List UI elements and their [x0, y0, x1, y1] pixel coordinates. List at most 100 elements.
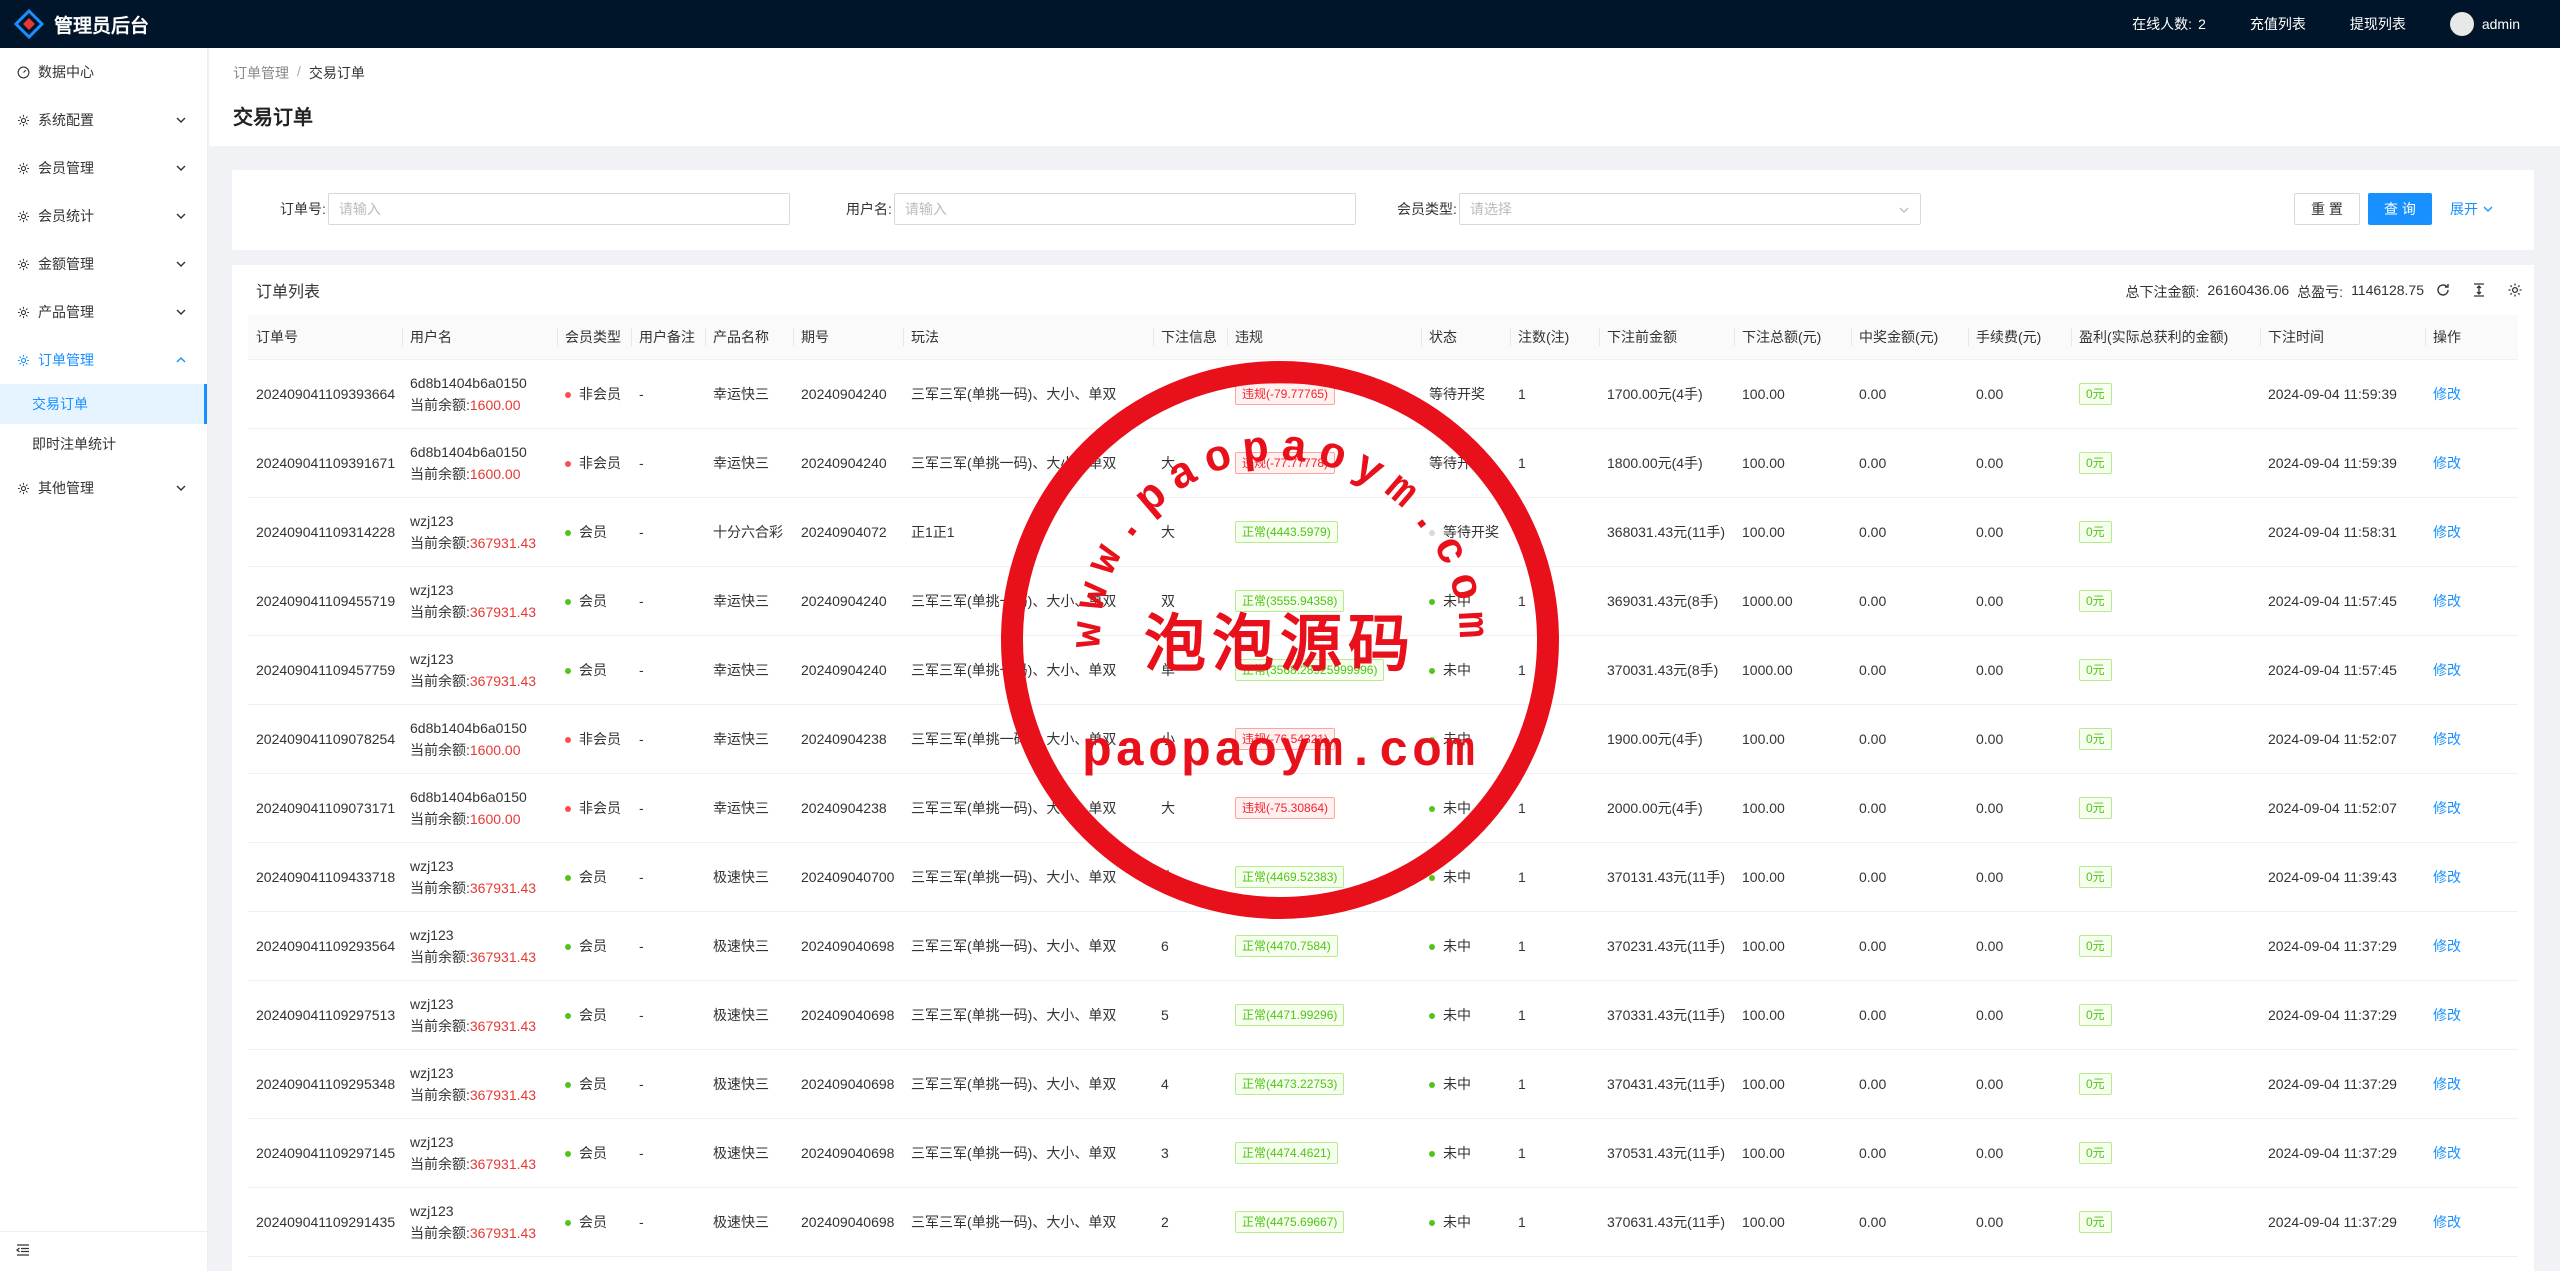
profit-tag: 0元: [2079, 451, 2112, 474]
submenu-item-0[interactable]: 交易订单: [0, 384, 207, 424]
collapse-sidebar-button[interactable]: [0, 1231, 208, 1271]
submenu-item-1[interactable]: 即时注单统计: [0, 424, 207, 464]
member-type-select[interactable]: 请选择: [1458, 193, 1921, 225]
gear-icon: [16, 209, 30, 223]
edit-link[interactable]: 修改: [2433, 662, 2461, 678]
username-input[interactable]: 请输入: [893, 193, 1356, 225]
column-header: 手续费(元): [1968, 315, 2071, 360]
chevron-up-icon: [175, 353, 189, 367]
balance-before: 370031.43元(8手): [1607, 661, 1719, 678]
reset-button[interactable]: 重 置: [2294, 193, 2360, 225]
edit-link[interactable]: 修改: [2433, 455, 2461, 471]
product-name: 十分六合彩: [713, 523, 783, 540]
breadcrumb-parent[interactable]: 订单管理: [233, 63, 289, 83]
bet-count: 1: [1518, 730, 1526, 747]
edit-link[interactable]: 修改: [2433, 1214, 2461, 1230]
bet-count: 1: [1518, 799, 1526, 816]
period-no: 20240904238: [801, 730, 887, 747]
user-name: wzj123: [410, 512, 454, 529]
column-header: 用户名: [402, 315, 557, 360]
fee-amount: 0.00: [1976, 385, 2004, 402]
violation-tag: 违规(-75.30864): [1235, 796, 1336, 819]
bet-time: 2024-09-04 11:57:45: [2268, 592, 2397, 609]
status-dot: [1429, 874, 1435, 881]
query-button[interactable]: 查 询: [2368, 193, 2432, 225]
edit-link[interactable]: 修改: [2433, 524, 2461, 540]
edit-link[interactable]: 修改: [2433, 869, 2461, 885]
logo-icon: [13, 8, 45, 40]
column-height-icon[interactable]: [2470, 281, 2488, 299]
member-type: 会员: [579, 937, 607, 954]
edit-link[interactable]: 修改: [2433, 386, 2461, 402]
edit-link[interactable]: 修改: [2433, 938, 2461, 954]
balance-value: 367931.43: [469, 534, 537, 551]
bet-time: 2024-09-04 11:52:07: [2268, 799, 2397, 816]
username-label: 用户名:: [846, 201, 892, 217]
gear-icon: [16, 113, 30, 127]
play-type: 三军三军(单挑一码)、大小、单双: [911, 454, 1117, 471]
member-type: 非会员: [579, 730, 621, 747]
sidebar-item-2[interactable]: 会员管理: [0, 144, 207, 192]
violation-tag: 正常(4471.99296): [1235, 1003, 1345, 1026]
edit-link[interactable]: 修改: [2433, 1076, 2461, 1092]
user-remark: -: [639, 1006, 644, 1023]
sidebar-item-3[interactable]: 会员统计: [0, 192, 207, 240]
user-menu[interactable]: admin: [2449, 12, 2520, 36]
status-dot: [1429, 529, 1435, 536]
expand-button[interactable]: 展开: [2442, 193, 2502, 225]
online-label: 在线人数:: [2132, 16, 2193, 32]
user-name: wzj123: [410, 1064, 454, 1081]
status-text: 未中: [1443, 1144, 1471, 1161]
user-remark: -: [639, 454, 644, 471]
bet-time: 2024-09-04 11:52:07: [2268, 730, 2397, 747]
edit-link[interactable]: 修改: [2433, 1007, 2461, 1023]
order-no-input[interactable]: 请输入: [327, 193, 790, 225]
balance-label: 当前余额:: [410, 1017, 470, 1034]
withdraw-list-link[interactable]: 提现列表: [2350, 14, 2406, 34]
settings-icon[interactable]: [2506, 281, 2524, 299]
member-type-placeholder: 请选择: [1469, 201, 1512, 217]
edit-link[interactable]: 修改: [2433, 731, 2461, 747]
reload-icon[interactable]: [2434, 281, 2452, 299]
breadcrumb-current: 交易订单: [308, 65, 365, 81]
column-header: 下注前金额: [1599, 315, 1734, 360]
menu-fold-icon: [15, 1243, 30, 1260]
column-header: 玩法: [903, 315, 1153, 360]
table-summary: 总下注金额: 26160436.06 总盈亏: 1146128.75: [2118, 282, 2424, 302]
violation-tag: 正常(4475.69667): [1235, 1210, 1345, 1233]
member-status-dot: [565, 598, 571, 605]
edit-link[interactable]: 修改: [2433, 800, 2461, 816]
period-no: 20240904072: [801, 523, 887, 540]
status-text: 等待开奖: [1429, 385, 1485, 402]
status-dot: [1429, 1081, 1435, 1088]
member-status-dot: [565, 1081, 571, 1088]
column-header: 下注信息: [1153, 315, 1227, 360]
product-name: 极速快三: [713, 1213, 769, 1230]
sidebar-item-0[interactable]: 数据中心: [0, 48, 207, 96]
member-type: 非会员: [579, 385, 621, 402]
balance-before: 1900.00元(4手): [1607, 730, 1703, 747]
edit-link[interactable]: 修改: [2433, 593, 2461, 609]
brand[interactable]: 管理员后台: [0, 0, 149, 48]
sidebar-item-7[interactable]: 其他管理: [0, 464, 207, 512]
user-remark: -: [639, 937, 644, 954]
sidebar-item-6[interactable]: 订单管理: [0, 336, 207, 384]
product-name: 幸运快三: [713, 454, 769, 471]
order-no: 202409041109073171: [256, 799, 396, 816]
order-no: 202409041109295348: [256, 1075, 396, 1092]
sidebar-item-5[interactable]: 产品管理: [0, 288, 207, 336]
member-status-dot: [565, 943, 571, 950]
edit-link[interactable]: 修改: [2433, 1145, 2461, 1161]
member-type: 会员: [579, 1006, 607, 1023]
user-name: wzj123: [410, 995, 454, 1012]
column-header: 状态: [1421, 315, 1510, 360]
bet-count: 1: [1518, 1213, 1526, 1230]
balance-before: 370331.43元(11手): [1607, 1006, 1726, 1023]
balance-label: 当前余额:: [410, 534, 470, 551]
member-status-dot: [565, 1219, 571, 1226]
recharge-list-link[interactable]: 充值列表: [2250, 14, 2306, 34]
sidebar-item-4[interactable]: 金额管理: [0, 240, 207, 288]
status-dot: [1429, 1012, 1435, 1019]
user-name: wzj123: [410, 1202, 454, 1219]
sidebar-item-1[interactable]: 系统配置: [0, 96, 207, 144]
